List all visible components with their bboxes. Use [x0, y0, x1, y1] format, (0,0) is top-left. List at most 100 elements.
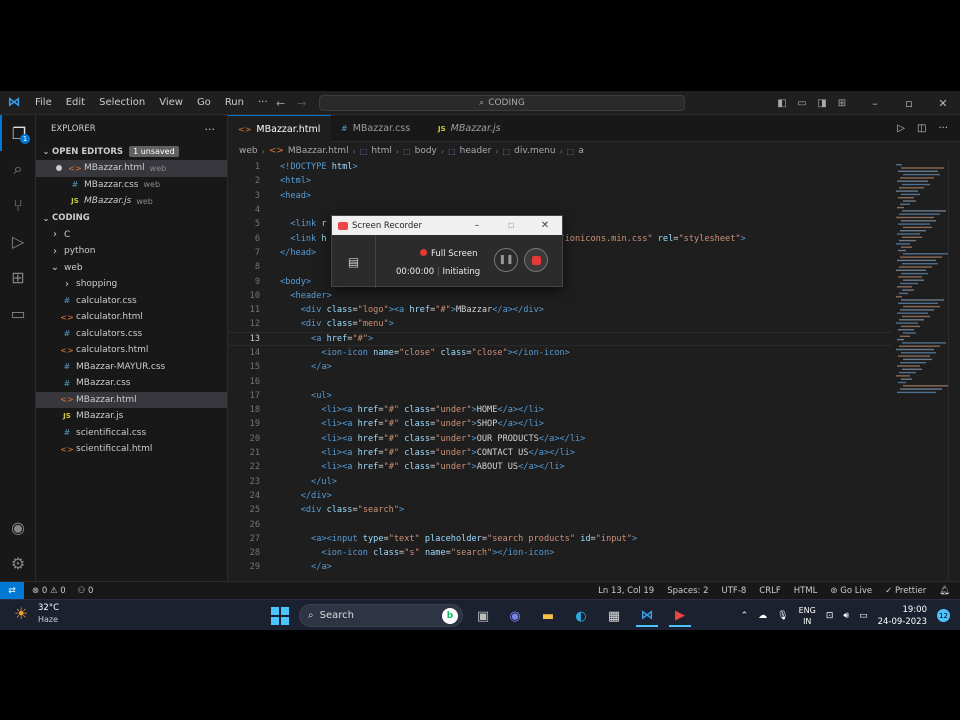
breadcrumb-item[interactable]: a [578, 146, 584, 156]
forward-arrow-icon[interactable]: → [297, 97, 306, 110]
search-view-icon[interactable]: ⌕ [0, 151, 36, 187]
network-icon[interactable]: ⊡ [826, 611, 834, 621]
minimap[interactable] [892, 160, 948, 420]
menu-4[interactable]: Go [190, 97, 218, 108]
toggle-panel-icon[interactable]: ▭ [792, 98, 812, 109]
run-debug-icon[interactable]: ▷ [0, 223, 36, 259]
remote-explorer-icon[interactable]: ▭ [0, 295, 36, 331]
minimize-button[interactable]: – [858, 97, 892, 110]
taskbar-search[interactable]: ⌕ Search b [299, 604, 463, 627]
menu-2[interactable]: Selection [92, 97, 152, 108]
tree-item[interactable]: JS MBazzar.js [36, 408, 227, 425]
teams-icon[interactable]: ◉ [504, 605, 526, 627]
menu-6[interactable]: ··· [251, 97, 275, 108]
line-ending[interactable]: CRLF [759, 586, 780, 596]
tab-css[interactable]: # MBazzar.css [331, 115, 428, 142]
minimap-line [897, 259, 936, 262]
language-indicator[interactable]: ENG IN [799, 605, 816, 627]
more-actions-icon[interactable]: ··· [205, 123, 216, 136]
breadcrumb-item[interactable]: MBazzar.html [288, 146, 349, 156]
onedrive-icon[interactable]: ☁ [758, 611, 767, 621]
tree-item[interactable]: # calculator.css [36, 293, 227, 310]
explorer-icon[interactable]: ❐ 1 [0, 115, 36, 151]
run-icon[interactable]: ▷ [897, 123, 905, 134]
tab-js[interactable]: JS MBazzar.js [428, 115, 528, 142]
extensions-icon[interactable]: ⊞ [0, 259, 36, 295]
open-editor-item[interactable]: <> MBazzar.html web [36, 160, 227, 177]
menu-0[interactable]: File [28, 97, 59, 108]
encoding[interactable]: UTF-8 [722, 586, 747, 596]
customize-layout-icon[interactable]: ⊞ [832, 98, 852, 109]
more-actions-icon[interactable]: ··· [938, 123, 948, 134]
minimap-line [902, 289, 914, 291]
toggle-sidebar-icon[interactable]: ◧ [772, 98, 792, 109]
tree-item[interactable]: # calculators.css [36, 326, 227, 343]
menu-5[interactable]: Run [218, 97, 251, 108]
indentation[interactable]: Spaces: 2 [667, 586, 708, 596]
breadcrumb-item[interactable]: div.menu [514, 146, 555, 156]
editor-scrollbar[interactable] [948, 160, 960, 581]
cursor-position[interactable]: Ln 13, Col 19 [598, 586, 654, 596]
prettier-button[interactable]: ✓ Prettier [885, 586, 926, 596]
clock[interactable]: 19:00 24-09-2023 [878, 604, 927, 628]
recorder-maximize-button[interactable]: ▫ [494, 216, 528, 235]
tree-item[interactable]: <> scientificcal.html [36, 441, 227, 458]
recorder-minimize-button[interactable]: – [460, 216, 494, 235]
account-icon[interactable]: ◉ [0, 509, 36, 545]
volume-icon[interactable]: 🔊︎ [843, 611, 849, 621]
tree-item[interactable]: # MBazzar.css [36, 375, 227, 392]
tree-item[interactable]: › shopping [36, 276, 227, 293]
battery-icon[interactable]: ▭ [859, 611, 868, 621]
bell-icon[interactable]: 🔔︎ [939, 586, 950, 596]
tree-item[interactable]: <> calculator.html [36, 309, 227, 326]
command-center[interactable]: ⌕ CODING [319, 95, 685, 111]
breadcrumb-item[interactable]: web [239, 146, 258, 156]
language-mode[interactable]: HTML [794, 586, 818, 596]
tree-item[interactable]: › python [36, 243, 227, 260]
ports-indicator[interactable]: ⚇ 0 [78, 586, 94, 596]
chevron-up-icon[interactable]: ⌃ [741, 611, 749, 621]
menu-3[interactable]: View [152, 97, 190, 108]
tab-html[interactable]: <> MBazzar.html [228, 115, 331, 142]
workspace-section[interactable]: ⌄ CODING [36, 210, 227, 227]
split-editor-icon[interactable]: ◫ [917, 123, 926, 134]
tree-item[interactable]: <> MBazzar.html [36, 391, 227, 408]
tree-item[interactable]: <> calculators.html [36, 342, 227, 359]
tree-item[interactable]: › C [36, 227, 227, 244]
tree-item[interactable]: ⌄ web [36, 260, 227, 277]
settings-gear-icon[interactable]: ⚙ [0, 545, 36, 581]
pause-button[interactable]: ❚❚ [494, 248, 518, 272]
problems-indicator[interactable]: ⊗ 0 ⚠ 0 [32, 586, 66, 596]
screen-recorder-taskbar-icon[interactable]: ▶ [669, 605, 691, 627]
microphone-icon[interactable]: 🎙︎ [777, 611, 788, 621]
start-button[interactable] [271, 607, 289, 625]
remote-indicator-icon[interactable]: ⇄ [0, 581, 24, 600]
go-live-button[interactable]: ⊚ Go Live [830, 586, 872, 596]
maximize-button[interactable]: ▫ [892, 97, 926, 110]
notification-badge[interactable]: 12 [937, 609, 950, 622]
vscode-logo-icon[interactable]: ⋈ [0, 91, 28, 115]
back-arrow-icon[interactable]: ← [276, 97, 285, 110]
tree-item[interactable]: # scientificcal.css [36, 425, 227, 442]
store-icon[interactable]: ▦ [603, 605, 625, 627]
edge-icon[interactable]: ◐ [570, 605, 592, 627]
recorder-close-button[interactable]: ✕ [528, 216, 562, 235]
tree-item[interactable]: # MBazzar-MAYUR.css [36, 359, 227, 376]
breadcrumb-item[interactable]: header [460, 146, 492, 156]
close-window-button[interactable]: ✕ [926, 97, 960, 110]
breadcrumb-item[interactable]: body [415, 146, 437, 156]
open-editor-item[interactable]: JS MBazzar.js web [36, 193, 227, 210]
breadcrumb-item[interactable]: html [371, 146, 392, 156]
menu-1[interactable]: Edit [59, 97, 92, 108]
file-explorer-icon[interactable]: ▬ [537, 605, 559, 627]
task-view-icon[interactable]: ▣ [472, 605, 494, 627]
open-editors-list: <> MBazzar.html web # MBazzar.css web JS MBazza… [36, 160, 227, 210]
stop-button[interactable] [524, 248, 548, 272]
open-editors-section[interactable]: ⌄ OPEN EDITORS 1 unsaved [36, 143, 227, 160]
folder-icon[interactable]: ▤ [332, 235, 376, 288]
weather-widget[interactable]: ☀ 32°C Haze [14, 603, 59, 625]
toggle-secondary-sidebar-icon[interactable]: ◨ [812, 98, 832, 109]
open-editor-item[interactable]: # MBazzar.css web [36, 177, 227, 194]
vscode-taskbar-icon[interactable]: ⋈ [636, 605, 658, 627]
source-control-icon[interactable]: ⑂ [0, 187, 36, 223]
